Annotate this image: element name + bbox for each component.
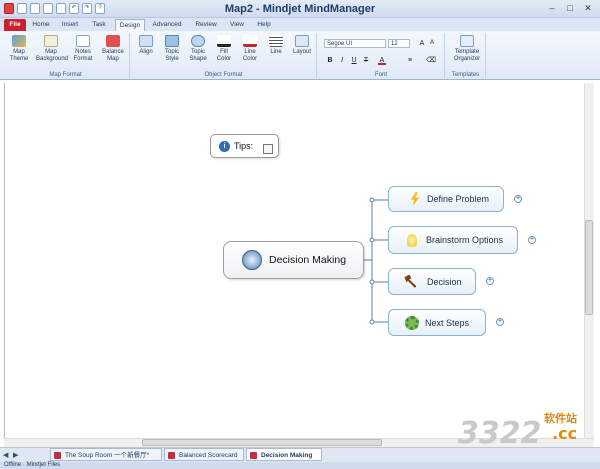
vertical-scroll-thumb[interactable]: [585, 220, 593, 315]
lightning-icon: [410, 192, 420, 206]
topic-decision[interactable]: Decision: [388, 268, 476, 295]
central-topic-label: Decision Making: [269, 254, 347, 266]
doc-tab-decision-making[interactable]: Decision Making: [246, 448, 322, 461]
compass-icon: [242, 250, 262, 270]
tab-scroll-left-icon[interactable]: ◀: [3, 451, 8, 459]
tab-scroll-right-icon[interactable]: ▶: [13, 451, 18, 459]
tips-label: Tips:: [234, 141, 254, 151]
expand-decision[interactable]: +: [486, 277, 494, 285]
document-icon: [54, 452, 61, 459]
document-icon: [250, 452, 257, 459]
doc-tab-soup-room[interactable]: The Soup Room 一个新餐厅*: [50, 448, 162, 461]
document-icon: [168, 452, 175, 459]
expand-next-steps[interactable]: +: [496, 318, 504, 326]
gavel-icon: [404, 274, 417, 288]
notes-icon[interactable]: [263, 144, 274, 154]
topic-next-steps[interactable]: Next Steps: [388, 309, 486, 336]
expand-brainstorm-options[interactable]: +: [528, 236, 536, 244]
central-topic[interactable]: Decision Making: [223, 241, 364, 279]
lightbulb-icon: [407, 233, 417, 247]
horizontal-scroll-thumb[interactable]: [142, 439, 382, 446]
expand-define-problem[interactable]: +: [514, 195, 522, 203]
topic-define-problem[interactable]: Define Problem: [388, 186, 504, 212]
status-bar: Offline · Mindjet Files: [0, 462, 600, 469]
topic-brainstorm-options[interactable]: Brainstorm Options: [388, 226, 518, 254]
tips-callout[interactable]: i Tips:: [210, 134, 279, 158]
doc-tab-balanced-scorecard[interactable]: Balanced Scorecard: [164, 448, 244, 461]
gears-icon: [405, 315, 419, 330]
info-icon: i: [219, 140, 230, 152]
